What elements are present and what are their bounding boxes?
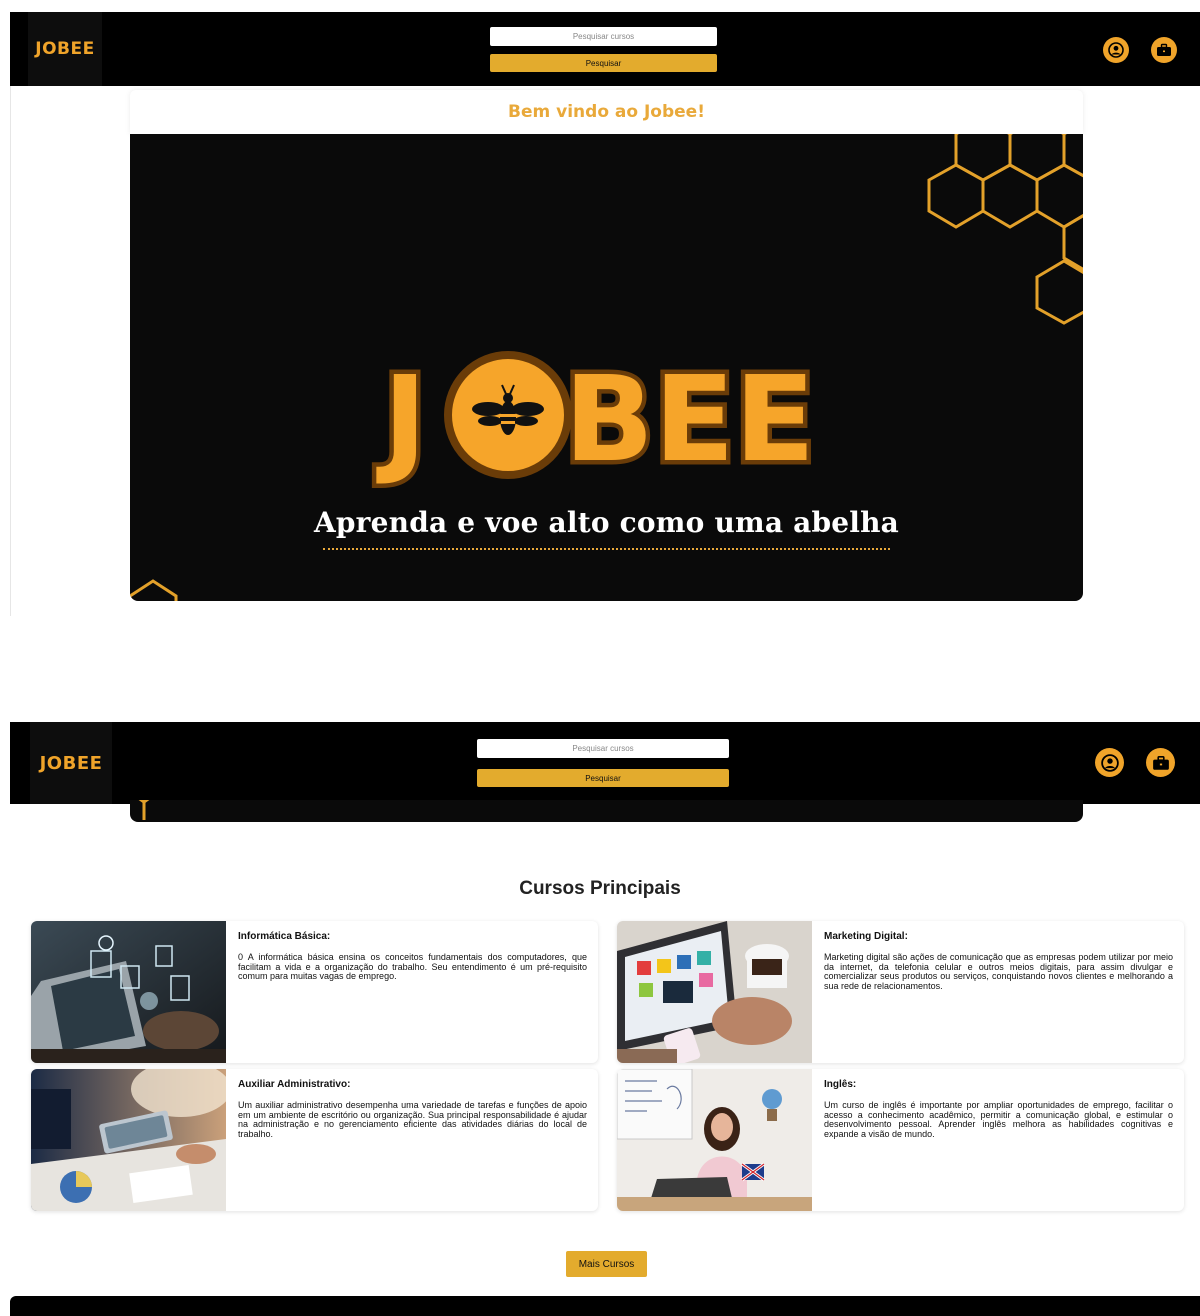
user-icon[interactable] [1103,37,1129,63]
course-card-marketing[interactable]: Marketing Digital: Marketing digital são… [617,921,1184,1063]
course-description: 0 A informática básica ensina os conceit… [238,952,587,981]
hero-banner: J BEE Aprenda e voe alto como uma abelha [130,134,1083,601]
welcome-title: Bem vindo ao Jobee! [508,102,705,122]
hero-tagline-underline [323,548,890,550]
course-card-ingles[interactable]: Inglês: Um curso de inglês é importante … [617,1069,1184,1211]
course-title: Marketing Digital: [824,931,908,942]
top-header: JOBEE Pesquisar [10,12,1200,86]
courses-section-title: Cursos Principais [519,878,681,899]
search-bar: Pesquisar [490,27,717,72]
course-title: Inglês: [824,1079,857,1090]
hero-banner-bottom [130,800,1083,822]
search-button[interactable]: Pesquisar [490,54,717,72]
user-icon[interactable] [1095,748,1124,777]
more-courses-button[interactable]: Mais Cursos [566,1251,647,1277]
course-title: Informática Básica: [238,931,331,942]
course-image-marketing [617,921,812,1063]
logo-box[interactable]: JOBEE [28,12,102,86]
search-bar: Pesquisar [477,739,729,787]
course-description: Um auxiliar administrativo desempenha um… [238,1100,587,1139]
course-image-ingles [617,1069,812,1211]
hero-logo: J BEE [372,346,820,493]
search-input[interactable] [490,27,717,46]
course-card-auxiliar-administrativo[interactable]: Auxiliar Administrativo: Um auxiliar adm… [31,1069,598,1211]
top-header-scrolled: JOBEE Pesquisar [10,722,1200,804]
course-description: Marketing digital são ações de comunicaç… [824,952,1173,991]
search-button[interactable]: Pesquisar [477,769,729,787]
hero-logo-j: J [376,350,427,488]
footer [10,1296,1200,1316]
briefcase-icon[interactable] [1151,37,1177,63]
honeycomb-decoration [138,800,150,820]
course-card-informatica[interactable]: Informática Básica: 0 A informática bási… [31,921,598,1063]
briefcase-icon[interactable] [1146,748,1175,777]
hero-tagline: Aprenda e voe alto como uma abelha [313,506,900,539]
page: JOBEE Pesquisar Bem vindo ao Jobee! [0,0,1200,1316]
hero-logo-bee-text: BEE [564,350,815,488]
welcome-card: Bem vindo ao Jobee! [130,90,1083,134]
course-title: Auxiliar Administrativo: [238,1079,351,1090]
course-description: Um curso de inglês é importante por ampl… [824,1100,1173,1139]
course-image-auxiliar-administrativo [31,1069,226,1211]
jobee-logo: JOBEE [39,752,103,774]
course-image-informatica [31,921,226,1063]
logo-box[interactable]: JOBEE [30,722,112,804]
search-input[interactable] [477,739,729,758]
jobee-logo: JOBEE [35,39,95,59]
page-border [10,86,11,616]
